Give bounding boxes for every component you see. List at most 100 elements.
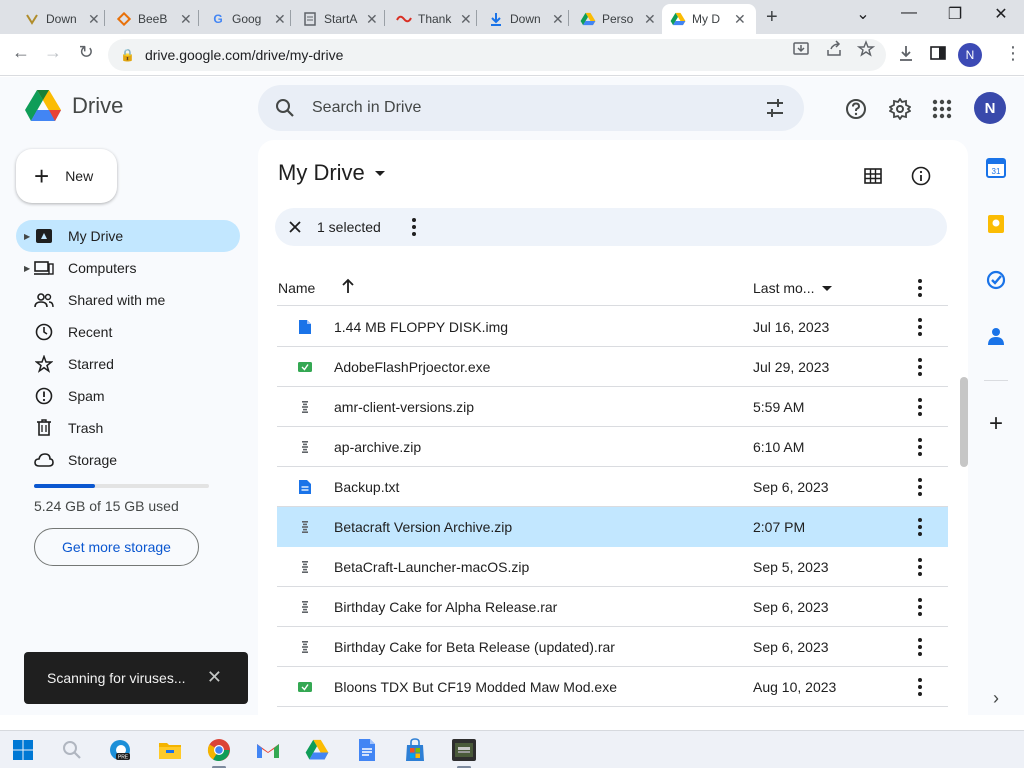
file-row[interactable]: amr-client-versions.zip 5:59 AM — [277, 387, 948, 427]
file-more-actions-icon[interactable] — [915, 597, 925, 617]
file-name[interactable]: Birthday Cake for Alpha Release.rar — [334, 599, 557, 615]
file-more-actions-icon[interactable] — [915, 517, 925, 537]
sidebar-item-starred[interactable]: Starred — [16, 348, 240, 380]
browser-tab-5[interactable]: Thank ✕ — [388, 4, 480, 34]
address-bar[interactable]: 🔒 drive.google.com/drive/my-drive — [108, 39, 886, 71]
file-explorer-icon[interactable] — [157, 737, 183, 763]
google-docs-icon[interactable] — [354, 737, 380, 763]
windows-start-icon[interactable] — [10, 737, 36, 763]
file-row[interactable]: Bloons TDX But CF19 Modded Maw Mod.exe Au… — [277, 667, 948, 707]
file-name[interactable]: Backup.txt — [334, 479, 399, 495]
reload-icon[interactable]: ↻ — [73, 42, 99, 63]
browser-tab-3[interactable]: G Goog ✕ — [202, 4, 294, 34]
tab-search-icon[interactable]: ⌄ — [848, 4, 878, 24]
file-more-actions-icon[interactable] — [915, 437, 925, 457]
apps-grid-icon[interactable] — [930, 97, 954, 121]
file-list-scrollbar[interactable] — [960, 377, 968, 467]
get-more-storage-button[interactable]: Get more storage — [34, 528, 199, 566]
page-title-dropdown[interactable]: My Drive — [278, 160, 385, 186]
keep-icon[interactable] — [986, 214, 1006, 234]
file-row[interactable]: Birthday Cake for Beta Release (updated)… — [277, 627, 948, 667]
file-more-actions-icon[interactable] — [915, 557, 925, 577]
bookmark-star-icon[interactable] — [856, 40, 876, 63]
browser-profile-avatar[interactable]: N — [958, 43, 982, 67]
close-icon[interactable]: ✕ — [644, 11, 656, 28]
install-app-icon[interactable] — [792, 40, 810, 63]
close-icon[interactable]: ✕ — [88, 11, 100, 28]
file-name[interactable]: Bloons TDX But CF19 Modded Maw Mod.exe — [334, 679, 617, 695]
file-row[interactable]: 1.44 MB FLOPPY DISK.img Jul 16, 2023 — [277, 307, 948, 347]
browser-tab-2[interactable]: BeeB ✕ — [108, 4, 200, 34]
browser-tab-4[interactable]: StartA ✕ — [294, 4, 386, 34]
expand-panel-chevron-icon[interactable]: › — [986, 688, 1006, 708]
minimize-icon[interactable]: — — [894, 4, 924, 22]
file-more-actions-icon[interactable] — [915, 637, 925, 657]
last-modified-column-header[interactable]: Last mo... — [753, 280, 833, 296]
restore-icon[interactable]: ❐ — [940, 4, 970, 24]
grid-view-icon[interactable] — [861, 164, 885, 188]
sort-ascending-arrow-icon[interactable] — [339, 276, 357, 296]
window-close-icon[interactable]: ✕ — [986, 4, 1016, 24]
sidebar-item-shared-with-me[interactable]: Shared with me — [16, 284, 240, 316]
file-row[interactable]: Betacraft Version Archive.zip 2:07 PM — [277, 507, 948, 547]
forward-icon[interactable]: → — [40, 42, 66, 63]
store-icon[interactable] — [402, 737, 428, 763]
tasks-icon[interactable] — [986, 270, 1006, 290]
game-app-icon[interactable] — [451, 737, 477, 763]
file-more-actions-icon[interactable] — [915, 317, 925, 337]
contacts-icon[interactable] — [986, 326, 1006, 346]
name-column-header[interactable]: Name — [278, 280, 315, 296]
search-input[interactable]: Search in Drive — [312, 99, 421, 117]
share-icon[interactable] — [825, 40, 843, 63]
account-avatar[interactable]: N — [974, 92, 1006, 124]
new-tab-icon[interactable]: + — [766, 6, 778, 29]
side-panel-icon[interactable] — [929, 44, 947, 67]
file-more-actions-icon[interactable] — [915, 397, 925, 417]
file-more-actions-icon[interactable] — [915, 357, 925, 377]
close-icon[interactable]: ✕ — [552, 11, 564, 28]
sidebar-item-spam[interactable]: Spam — [16, 380, 240, 412]
new-button[interactable]: + New — [16, 149, 117, 203]
file-row[interactable]: AdobeFlashPrjoector.exe Jul 29, 2023 — [277, 347, 948, 387]
close-icon[interactable]: ✕ — [366, 11, 378, 28]
file-more-actions-icon[interactable] — [915, 477, 925, 497]
sidebar-item-my-drive[interactable]: ▶ My Drive — [16, 220, 240, 252]
back-icon[interactable]: ← — [8, 42, 34, 63]
sidebar-item-trash[interactable]: Trash — [16, 412, 240, 444]
sidebar-item-storage[interactable]: Storage — [16, 444, 240, 476]
file-row[interactable]: Backup.txt Sep 6, 2023 — [277, 467, 948, 507]
close-icon[interactable]: ✕ — [274, 11, 286, 28]
file-name[interactable]: ap-archive.zip — [334, 439, 421, 455]
column-options-icon[interactable] — [915, 278, 925, 298]
chrome-icon[interactable] — [206, 737, 232, 763]
search-icon[interactable] — [274, 97, 296, 119]
browser-tab-1[interactable]: Down ✕ — [16, 4, 108, 34]
browser-tab-6[interactable]: Down ✕ — [480, 4, 572, 34]
file-name[interactable]: 1.44 MB FLOPPY DISK.img — [334, 319, 508, 335]
file-name[interactable]: BetaCraft-Launcher-macOS.zip — [334, 559, 529, 575]
drive-logo[interactable]: Drive — [24, 89, 123, 123]
file-row[interactable]: BetaCraft-Launcher-macOS.zip Sep 5, 2023 — [277, 547, 948, 587]
help-icon[interactable] — [844, 97, 868, 121]
calendar-icon[interactable]: 31 — [986, 158, 1006, 178]
file-name[interactable]: Betacraft Version Archive.zip — [334, 519, 512, 535]
search-filters-icon[interactable] — [764, 97, 786, 119]
expand-caret-icon[interactable]: ▶ — [24, 264, 30, 273]
edge-preview-icon[interactable]: PRE — [107, 737, 133, 763]
google-drive-taskbar-icon[interactable] — [304, 737, 330, 763]
browser-tab-7[interactable]: Perso ✕ — [572, 4, 664, 34]
expand-caret-icon[interactable]: ▶ — [24, 232, 30, 241]
close-icon[interactable]: ✕ — [180, 11, 192, 28]
browser-tab-active[interactable]: My D ✕ — [662, 4, 756, 34]
clear-selection-icon[interactable] — [285, 217, 305, 237]
taskbar-search-icon[interactable] — [59, 737, 85, 763]
info-icon[interactable] — [909, 164, 933, 188]
file-more-actions-icon[interactable] — [915, 677, 925, 697]
settings-gear-icon[interactable] — [888, 97, 912, 121]
browser-menu-icon[interactable]: ⋮ — [1004, 43, 1022, 64]
gmail-icon[interactable] — [255, 737, 281, 763]
close-icon[interactable]: ✕ — [460, 11, 472, 28]
toast-close-icon[interactable]: ✕ — [207, 667, 222, 688]
file-row[interactable]: Birthday Cake for Alpha Release.rar Sep 6… — [277, 587, 948, 627]
file-name[interactable]: AdobeFlashPrjoector.exe — [334, 359, 490, 375]
